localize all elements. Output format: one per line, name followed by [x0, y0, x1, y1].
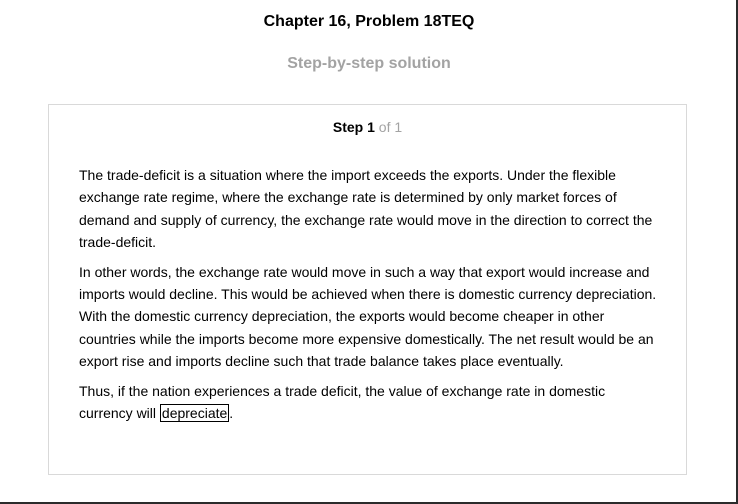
conclusion-end: .: [229, 404, 234, 421]
solution-paragraph: In other words, the exchange rate would …: [79, 263, 657, 369]
chapter-title: Chapter 16, Problem 18TEQ: [263, 13, 475, 30]
solution-card: Step 1 of 1 The trade-deficit is a situa…: [48, 104, 687, 475]
solution-subtitle: Step-by-step solution: [287, 55, 451, 72]
solution-paragraph: The trade-deficit is a situation where t…: [79, 167, 653, 250]
step-label: Step: [332, 119, 364, 135]
step-total: of 1: [378, 119, 403, 135]
conclusion-text: Thus, if the nation experiences a trade …: [79, 382, 606, 421]
step-number: 1: [367, 119, 375, 135]
step-indicator: Step 1 of 1: [49, 118, 686, 136]
answer-highlight: depreciate: [159, 403, 230, 422]
solution-body: The trade-deficit is a situation where t…: [79, 164, 659, 432]
solution-conclusion: Thus, if the nation experiences a trade …: [79, 380, 659, 425]
